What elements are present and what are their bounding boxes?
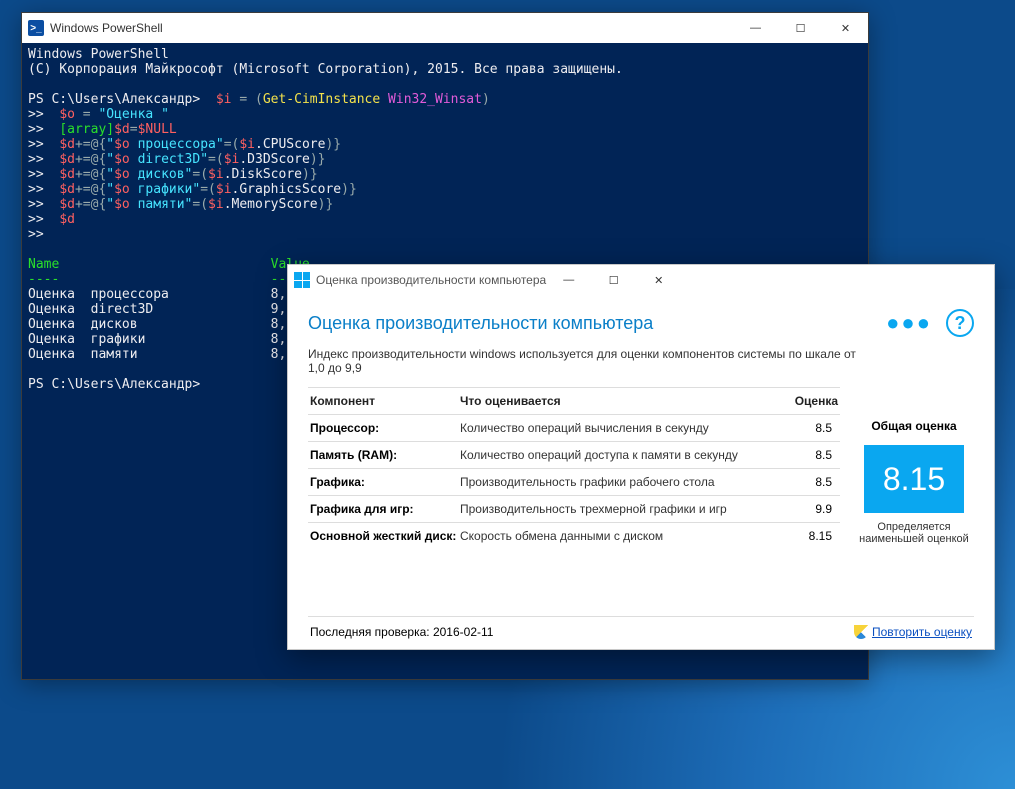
tok-arg: Win32_Winsat bbox=[380, 92, 482, 107]
powershell-title: Windows PowerShell bbox=[50, 21, 163, 35]
wei-row-cpu: Процессор: Количество операций вычислени… bbox=[308, 414, 840, 441]
shield-icon bbox=[854, 625, 868, 639]
wei-table: Компонент Что оценивается Оценка Процесс… bbox=[308, 387, 840, 616]
wei-row-memory: Память (RAM): Количество операций доступ… bbox=[308, 441, 840, 468]
wei-overall-score: 8.15 bbox=[864, 445, 964, 513]
wei-row-graphics: Графика: Производительность графики рабо… bbox=[308, 468, 840, 495]
tok-cim: Get-CimInstance bbox=[263, 92, 380, 107]
ps-row: Оценка памяти 8,5 bbox=[28, 347, 294, 362]
minimize-button[interactable]: — bbox=[546, 265, 591, 295]
ps-table-sep: ---- ----- bbox=[28, 272, 310, 287]
ps-prompt-1: PS C:\Users\Александр> bbox=[28, 92, 200, 107]
wei-overall-note: Определяется наименьшей оценкой bbox=[854, 521, 974, 545]
ps-header2: (С) Корпорация Майкрософт (Microsoft Cor… bbox=[28, 62, 623, 77]
ps-prompt-2: PS C:\Users\Александр> bbox=[28, 377, 200, 392]
close-button[interactable]: ✕ bbox=[823, 13, 868, 43]
wei-titlebar[interactable]: Оценка производительности компьютера — ☐… bbox=[288, 265, 994, 295]
col-what: Что оценивается bbox=[460, 394, 768, 408]
col-component: Компонент bbox=[310, 394, 460, 408]
wei-window: Оценка производительности компьютера — ☐… bbox=[287, 264, 995, 650]
powershell-titlebar[interactable]: >_ Windows PowerShell — ☐ ✕ bbox=[22, 13, 868, 43]
ps-row: Оценка процессора 8,5 bbox=[28, 287, 294, 302]
ps-table-head: Name Value bbox=[28, 257, 310, 272]
wei-body: Оценка производительности компьютера ●●●… bbox=[288, 295, 994, 649]
ps-row: Оценка дисков 8,15 bbox=[28, 317, 302, 332]
wei-overall-panel: Общая оценка 8.15 Определяется наименьше… bbox=[854, 387, 974, 616]
minimize-button[interactable]: — bbox=[733, 13, 778, 43]
wei-footer: Последняя проверка: 2016-02-11 Повторить… bbox=[308, 616, 974, 639]
wei-last-check: Последняя проверка: 2016-02-11 bbox=[310, 625, 493, 639]
tok-i: $i bbox=[216, 92, 232, 107]
wei-repeat-link[interactable]: Повторить оценку bbox=[854, 625, 972, 639]
wei-row-gaming-graphics: Графика для игр: Производительность трех… bbox=[308, 495, 840, 522]
col-overall: Общая оценка bbox=[871, 419, 956, 433]
maximize-button[interactable]: ☐ bbox=[778, 13, 823, 43]
col-score: Оценка bbox=[768, 394, 838, 408]
wei-window-title: Оценка производительности компьютера bbox=[316, 273, 546, 287]
menu-dots-icon[interactable]: ●●● bbox=[886, 310, 932, 336]
wei-table-header: Компонент Что оценивается Оценка bbox=[308, 387, 840, 414]
ps-row: Оценка direct3D 9,9 bbox=[28, 302, 294, 317]
ps-header1: Windows PowerShell bbox=[28, 47, 169, 62]
wei-row-disk: Основной жесткий диск: Скорость обмена д… bbox=[308, 522, 840, 549]
wei-page-title: Оценка производительности компьютера bbox=[308, 313, 886, 334]
wei-description: Индекс производительности windows исполь… bbox=[308, 347, 858, 375]
maximize-button[interactable]: ☐ bbox=[591, 265, 636, 295]
windows-logo-icon bbox=[294, 272, 310, 288]
ps-row: Оценка графики 8,5 bbox=[28, 332, 294, 347]
close-button[interactable]: ✕ bbox=[636, 265, 681, 295]
powershell-icon: >_ bbox=[28, 20, 44, 36]
help-icon[interactable]: ? bbox=[946, 309, 974, 337]
